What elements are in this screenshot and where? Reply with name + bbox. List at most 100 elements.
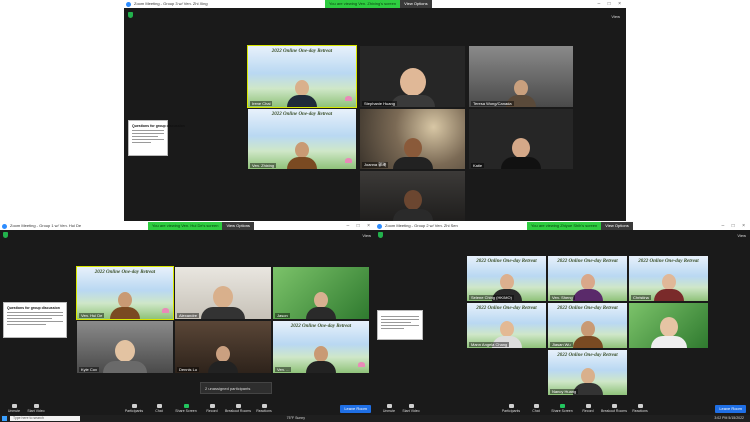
view-options-button[interactable]: View Options <box>601 222 633 230</box>
participant-name: Jason <box>275 313 290 318</box>
retreat-banner-text: 2022 Online One-day Retreat <box>271 112 333 117</box>
participant-name: Jiasan Wu <box>550 342 573 347</box>
reactions-icon <box>637 404 643 408</box>
participant-name: Selene Ching (HK/MO) <box>469 295 514 300</box>
leave-room-button[interactable]: Leave Room <box>340 405 371 413</box>
camera-icon <box>408 404 414 408</box>
reactions-button[interactable]: Reactions <box>250 404 278 413</box>
video-tile-ven-sheng[interactable]: 2022 Online One-day Retreat Ven. Sheng <box>548 256 627 301</box>
record-button[interactable]: Record <box>198 404 226 413</box>
participant-avatar <box>110 292 140 319</box>
chat-button[interactable]: Chat <box>145 404 173 413</box>
video-tile-ven-2[interactable]: 2022 Online One-day Retreat Ven. ... <box>273 321 369 373</box>
participants-icon <box>508 404 514 408</box>
participants-button[interactable]: Participants <box>120 404 148 413</box>
security-shield-icon[interactable] <box>378 232 383 238</box>
lotus-icon <box>345 158 352 163</box>
shared-doc-thumbnail: Questions for group discussion <box>3 302 67 338</box>
video-tile-alexandre[interactable]: Alexandre <box>175 267 271 319</box>
participant-avatar <box>653 274 684 301</box>
retreat-banner-text: 2022 Online One-day Retreat <box>557 353 618 358</box>
video-tile-participant-6[interactable] <box>629 303 708 348</box>
view-options-button[interactable]: View Options <box>400 0 432 8</box>
record-button[interactable]: Record <box>574 404 602 413</box>
shared-doc-title: Questions for group discussion <box>132 124 185 128</box>
taskbar-clock: 3:02 PM 5/15/2022 <box>714 416 744 420</box>
participant-avatar <box>501 138 541 169</box>
left-window-title: Zoom Meeting - Group 1 w/ Ven. Hui De <box>10 223 82 228</box>
participant-avatar <box>650 317 687 348</box>
participant-avatar <box>306 346 336 373</box>
windows-taskbar-right: 3:02 PM 5/15/2022 <box>375 415 750 422</box>
unassigned-participants-popup[interactable]: 2 unassigned participants <box>200 382 272 394</box>
video-tile-selene-ching[interactable]: 2022 Online One-day Retreat Selene Ching… <box>467 256 546 301</box>
left-zoom-window: Zoom Meeting - Group 1 w/ Ven. Hui De – … <box>0 222 375 422</box>
video-tile-teresa-wong[interactable]: Teresa Wong/Canada <box>469 46 573 107</box>
zoom-logo-icon <box>377 223 382 229</box>
zoom-logo-icon <box>126 1 131 7</box>
video-tile-christina[interactable]: 2022 Online One-day Retreat Christina <box>629 256 708 301</box>
start-video-button[interactable]: Start Video <box>22 404 50 413</box>
video-tile-kyle-cox[interactable]: Kyle Cox <box>77 321 173 373</box>
video-tile-joanna[interactable]: Joanna 郭琦 <box>360 109 465 169</box>
share-screen-button[interactable]: Share Screen <box>172 404 200 413</box>
video-tile-mann-angela-chang[interactable]: 2022 Online One-day Retreat Mann Angela … <box>467 303 546 348</box>
view-button[interactable]: View <box>737 233 746 238</box>
camera-icon <box>33 404 39 408</box>
security-shield-icon[interactable] <box>3 232 8 238</box>
participant-avatar <box>287 142 317 169</box>
video-tile-dennis-lu[interactable]: Dennis Lu <box>175 321 271 373</box>
share-screen-icon <box>559 404 565 408</box>
shared-doc-thumbnail: Questions for group discussion <box>128 120 185 156</box>
participant-avatar <box>306 292 336 319</box>
security-shield-icon[interactable] <box>128 12 133 18</box>
window-controls-icon[interactable]: – □ × <box>347 222 374 230</box>
taskbar-search-input[interactable]: Type here to search <box>10 416 80 421</box>
video-tile-ven-hui-de[interactable]: 2022 Online One-day Retreat Ven. Hui De <box>76 266 174 320</box>
participant-name: Katie <box>471 163 485 168</box>
video-tile-ven-zhixing[interactable]: 2022 Online One-day Retreat Ven. Zhixing <box>248 109 356 169</box>
video-tile-nancy-huang[interactable]: 2022 Online One-day Retreat Nancy Huang <box>548 350 627 395</box>
video-tile-participant-7[interactable] <box>360 171 465 221</box>
taskbar-weather: 75°F Sunny <box>286 416 305 420</box>
participants-button[interactable]: Participants <box>497 404 525 413</box>
reactions-icon <box>261 404 267 408</box>
share-screen-button[interactable]: Share Screen <box>548 404 576 413</box>
shared-doc-title: Questions for group discussion <box>7 306 60 310</box>
video-tile-irene-chai[interactable]: 2022 Online One-day Retreat Irene Chai <box>247 45 357 108</box>
participant-name: Ven. Hui De <box>79 313 105 318</box>
zoom-logo-icon <box>2 223 7 229</box>
windows-taskbar: Type here to search 75°F Sunny <box>0 415 375 422</box>
video-tile-jiasan-wu[interactable]: 2022 Online One-day Retreat Jiasan Wu <box>548 303 627 348</box>
chat-button[interactable]: Chat <box>522 404 550 413</box>
video-tile-katie[interactable]: Katie <box>469 109 573 169</box>
lotus-icon <box>345 96 352 101</box>
participant-avatar <box>287 80 317 107</box>
participant-name: Ven. Zhixing <box>250 163 277 168</box>
windows-start-icon[interactable] <box>2 416 7 421</box>
view-options-button[interactable]: View Options <box>222 222 254 230</box>
retreat-banner-text: 2022 Online One-day Retreat <box>638 259 699 264</box>
window-controls-icon[interactable]: – □ × <box>598 0 625 8</box>
participant-avatar <box>201 286 245 319</box>
lotus-icon <box>162 308 169 313</box>
window-controls-icon[interactable]: – □ × <box>722 222 749 230</box>
view-button[interactable]: View <box>362 233 371 238</box>
participant-name: Stephanie Huang <box>362 101 397 106</box>
participant-avatar <box>390 68 435 107</box>
breakout-rooms-button[interactable]: Breakout Rooms <box>224 404 252 413</box>
start-video-button[interactable]: Start Video <box>397 404 425 413</box>
video-tile-stephanie-huang[interactable]: Stephanie Huang <box>360 46 465 107</box>
participant-name: Teresa Wong/Canada <box>471 101 514 106</box>
leave-room-button[interactable]: Leave Room <box>715 405 746 413</box>
participant-name: Christina <box>631 295 651 300</box>
view-button[interactable]: View <box>611 14 620 19</box>
reactions-button[interactable]: Reactions <box>626 404 654 413</box>
video-tile-jason[interactable]: Jason <box>273 267 369 319</box>
shared-doc-thumbnail <box>377 310 423 340</box>
viewing-screen-label: You are viewing Ven. Hui De's screen <box>148 222 223 230</box>
participants-icon <box>131 404 137 408</box>
left-meeting-toolbar: Unmute Start Video Participants Chat Sha… <box>0 402 375 416</box>
chat-icon <box>156 404 162 408</box>
breakout-rooms-button[interactable]: Breakout Rooms <box>600 404 628 413</box>
